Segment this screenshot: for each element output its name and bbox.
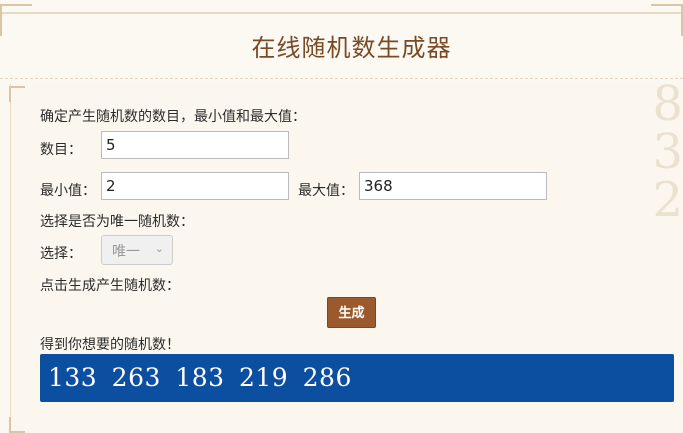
result-intro-text: 得到你想要的随机数！	[40, 337, 180, 353]
min-input[interactable]	[101, 172, 289, 200]
unique-select-value: 唯一	[112, 244, 140, 260]
click-intro-text: 点击生成产生随机数：	[40, 278, 180, 294]
unique-select[interactable]: 唯一 ⌄	[101, 235, 173, 265]
decorative-border-line	[0, 12, 683, 14]
chevron-down-icon: ⌄	[154, 242, 164, 255]
page: 在线随机数生成器 832 确定产生随机数的数目，最小值和最大值： 数目： 最小值…	[0, 0, 683, 433]
header: 在线随机数生成器	[0, 0, 683, 79]
max-label: 最大值：	[298, 183, 354, 199]
page-title: 在线随机数生成器	[251, 34, 452, 62]
result-numbers: 133 263 183 219 286	[40, 354, 674, 402]
select-label: 选择：	[40, 246, 82, 262]
panel-corner-ornament-top	[9, 86, 25, 102]
min-label: 最小值：	[40, 183, 96, 199]
generate-button[interactable]: 生成	[327, 297, 376, 328]
panel-corner-ornament-bottom	[9, 417, 25, 433]
count-input[interactable]	[101, 131, 289, 159]
intro-text: 确定产生随机数的数目，最小值和最大值：	[40, 109, 306, 125]
unique-intro-text: 选择是否为唯一随机数：	[40, 214, 194, 230]
max-input[interactable]	[359, 172, 547, 200]
count-label: 数目：	[40, 142, 82, 158]
